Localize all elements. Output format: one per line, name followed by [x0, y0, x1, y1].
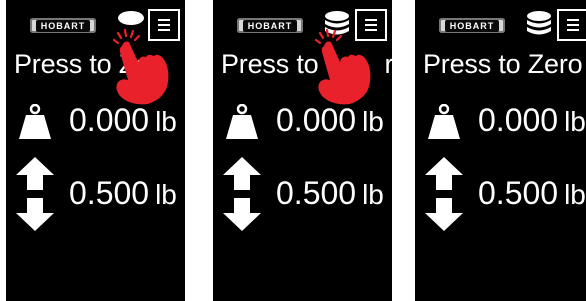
tare-weight-value: 0.500: [478, 175, 559, 211]
coin-stack-icon: [527, 11, 551, 35]
up-down-arrows-icon: [223, 157, 261, 231]
gross-weight-readout: 0.000 lb: [478, 102, 586, 139]
tare-weight-unit: lb: [362, 179, 384, 210]
scale-screen-1: HOBART Press to Zero 0.000lb 0.500lb: [6, 0, 185, 301]
gross-weight-value: 0.000: [478, 102, 559, 138]
press-to-zero-button[interactable]: Press to Zero: [423, 49, 583, 80]
scale-screen-3: HOBART Press to Zero 0.000 lb 0.500 lb: [415, 0, 586, 301]
tap-hand-icon: [112, 28, 169, 105]
weight-icon: [428, 104, 460, 139]
tare-weight-readout: 0.500 lb: [69, 175, 177, 212]
tare-weight-value: 0.500: [69, 175, 150, 211]
hobart-logo: HOBART: [439, 18, 505, 33]
tare-weight-readout: 0.500 lb: [478, 175, 586, 212]
gross-weight-unit: lb: [564, 106, 586, 137]
up-down-arrows-icon: [425, 157, 463, 231]
tare-weight-value: 0.500: [276, 175, 357, 211]
up-down-arrows-icon: [16, 157, 54, 231]
scale-screen-2: HOBART Press toro 0.000lb 0.500lb: [213, 0, 392, 301]
tap-hand-icon: [314, 28, 371, 105]
tare-weight-unit: lb: [155, 179, 177, 210]
tare-weight-unit: lb: [564, 179, 586, 210]
menu-button[interactable]: [557, 9, 586, 41]
tare-weight-readout: 0.500 lb: [276, 175, 384, 212]
